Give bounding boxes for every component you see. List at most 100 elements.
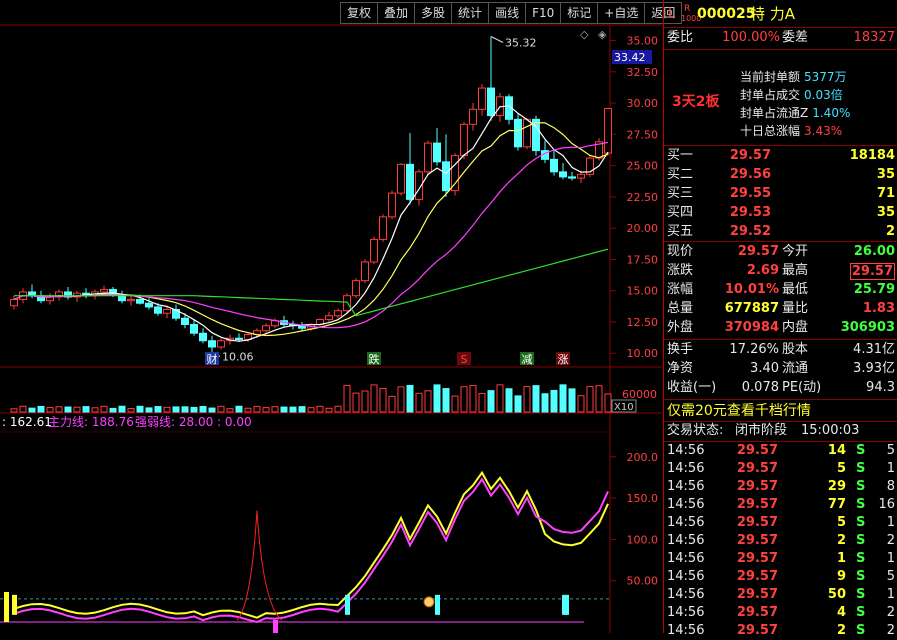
tick-side: S xyxy=(856,443,866,458)
quote-label: 内盘 xyxy=(782,320,809,335)
high-marker-line xyxy=(490,36,504,43)
bid-volume: 71 xyxy=(876,186,895,201)
signal-bar xyxy=(4,592,9,622)
stat-label: 流通 xyxy=(782,361,809,376)
bid-label: 买二 xyxy=(667,167,694,182)
event-marker-label: 财 xyxy=(207,352,218,366)
bid-volume: 18184 xyxy=(849,148,895,163)
bid-label: 买一 xyxy=(667,148,694,163)
candle-body xyxy=(127,298,135,302)
bid-volume: 2 xyxy=(885,224,895,239)
volume-bar xyxy=(550,389,558,413)
quote-label: 现价 xyxy=(667,244,694,259)
volume-bar xyxy=(19,405,27,413)
volume-bar xyxy=(478,393,486,413)
indicator-axis-label: 200.0 xyxy=(627,451,659,464)
volume-bar xyxy=(559,384,567,413)
toolbar-button-6[interactable]: 标记 xyxy=(560,2,598,24)
price-axis-label: 20.00 xyxy=(627,222,659,235)
quote-value: 2.69 xyxy=(746,263,779,278)
volume-bar xyxy=(325,407,333,413)
volume-bar xyxy=(469,385,477,413)
bid-volume: 35 xyxy=(876,205,895,220)
price-axis-label: 25.00 xyxy=(627,160,659,173)
stat-row: 换手 17.26% 股本 4.31亿 xyxy=(664,341,897,359)
volume-bar xyxy=(316,405,324,413)
toolbar-button-3[interactable]: 统计 xyxy=(451,2,489,24)
volume-bar xyxy=(91,407,99,413)
signal-bar xyxy=(12,594,17,615)
price-axis-label: 32.50 xyxy=(627,66,659,79)
stat-value: 94.3 xyxy=(866,380,895,395)
tick-row: 14:56 29.57 9 S 5 xyxy=(664,568,897,586)
candle-body xyxy=(370,238,378,263)
volume-bar xyxy=(235,405,243,413)
volume-bar xyxy=(451,395,459,413)
promo-link[interactable]: 仅需20元查看千档行情 xyxy=(664,402,897,420)
tick-price: 29.57 xyxy=(736,551,778,566)
tick-price: 29.57 xyxy=(736,533,778,548)
candle-body xyxy=(478,87,486,110)
current-price-text: 33.42 xyxy=(614,51,646,64)
chart-canvas[interactable]: 35.00 32.50 30.00 27.50 25.00 22.50 20.00 17.50… xyxy=(0,0,662,633)
volume-bar xyxy=(46,407,54,413)
tick-row: 14:56 29.57 50 S 1 xyxy=(664,586,897,604)
tick-volume: 14 xyxy=(827,443,846,458)
stat-value: 3.40 xyxy=(750,361,779,376)
volume-bar xyxy=(136,405,144,413)
volume-axis-label: 60000 xyxy=(622,388,657,401)
volume-bar xyxy=(217,405,225,413)
stat-row: 净资 3.40 流通 3.93亿 xyxy=(664,360,897,378)
candle-body xyxy=(379,216,387,240)
volume-bar xyxy=(55,406,63,413)
indicator-value: : 162.61 xyxy=(2,415,52,429)
tick-volume: 77 xyxy=(827,497,846,512)
volume-bar xyxy=(568,388,576,413)
tick-count: 1 xyxy=(886,461,895,476)
toolbar-button-2[interactable]: 多股 xyxy=(414,2,452,24)
price-axis-label: 10.00 xyxy=(627,347,659,360)
candle-body xyxy=(460,123,468,157)
tick-time: 14:56 xyxy=(667,497,705,512)
tick-side: S xyxy=(856,515,866,530)
weibi-value: 100.00% xyxy=(722,30,780,45)
tick-count: 1 xyxy=(886,551,895,566)
tick-price: 29.57 xyxy=(736,479,778,494)
volume-bar xyxy=(388,395,396,413)
toolbar-button-7[interactable]: +自选 xyxy=(597,2,645,24)
volume-bar xyxy=(253,405,261,413)
volume-bar xyxy=(118,405,126,413)
tick-side: S xyxy=(856,461,866,476)
tick-count: 2 xyxy=(886,533,895,548)
quote-value: 25.79 xyxy=(853,282,895,297)
chart-area[interactable]: 35.00 32.50 30.00 27.50 25.00 22.50 20.00 17.50… xyxy=(0,0,662,633)
tick-side: S xyxy=(856,551,866,566)
tick-row: 14:56 29.57 5 S 1 xyxy=(664,514,897,532)
toolbar-button-1[interactable]: 叠加 xyxy=(377,2,415,24)
toolbar-button-4[interactable]: 画线 xyxy=(488,2,526,24)
flag-l: L xyxy=(668,6,676,21)
bid-price: 29.52 xyxy=(729,224,771,239)
candle-body xyxy=(100,288,108,293)
price-axis-label: 22.50 xyxy=(627,191,659,204)
toolbar-button-5[interactable]: F10 xyxy=(525,2,561,24)
volume-bar xyxy=(163,406,171,413)
candle-body xyxy=(469,108,477,125)
spike-line xyxy=(236,510,283,621)
weibi-label: 委比 xyxy=(667,30,694,45)
tick-row: 14:56 29.57 14 S 5 xyxy=(664,442,897,460)
tick-row: 14:56 29.57 1 S 1 xyxy=(664,550,897,568)
status-time: 15:00:03 xyxy=(801,423,860,438)
strength-line-label: 强弱线: 28.00 : 0.00 xyxy=(135,415,252,429)
toolbar-button-0[interactable]: 复权 xyxy=(340,2,378,24)
candle-body xyxy=(325,315,333,320)
promo-text[interactable]: 仅需20元查看千档行情 xyxy=(667,402,811,420)
candle-body xyxy=(181,317,189,325)
candle-body xyxy=(190,323,198,334)
seal-line-label: 当前封单额 xyxy=(740,70,801,84)
volume-bar xyxy=(541,393,549,413)
volume-bar xyxy=(595,385,603,413)
tick-row: 14:56 29.57 77 S 16 xyxy=(664,496,897,514)
candle-body xyxy=(397,163,405,194)
volume-bar xyxy=(343,384,351,413)
